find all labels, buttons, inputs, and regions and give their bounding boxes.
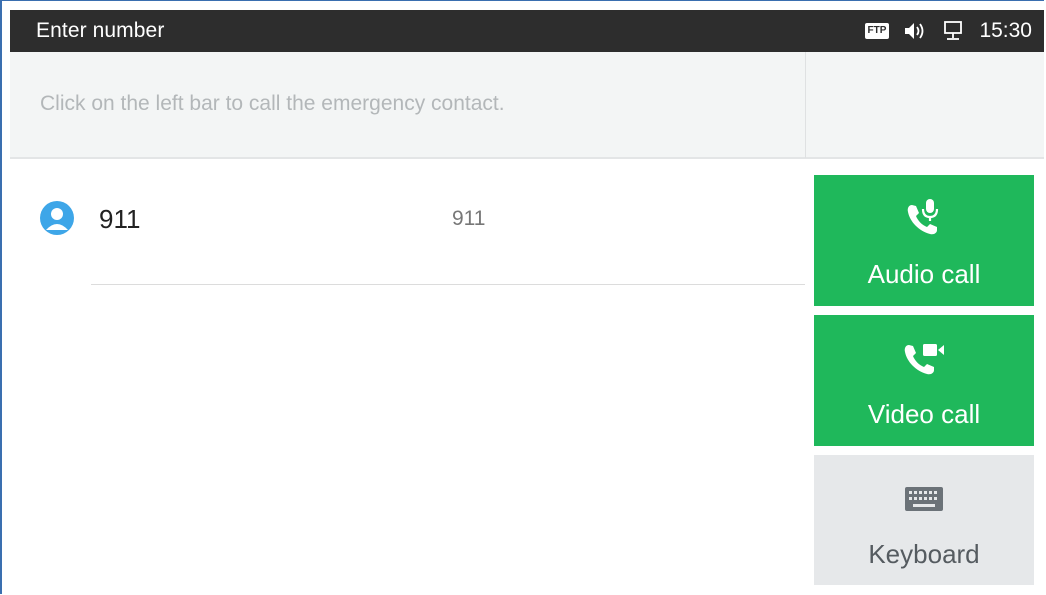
input-divider: [805, 52, 806, 158]
contact-name: 911: [99, 204, 141, 234]
list-divider: [91, 284, 805, 285]
network-icon: [943, 20, 965, 42]
video-call-icon: [899, 335, 949, 383]
input-hint: Click on the left bar to call the emerge…: [40, 92, 505, 115]
contact-number: 911: [452, 207, 486, 230]
volume-icon: [903, 21, 929, 41]
status-bar: Enter number FTP 15:30: [10, 10, 1044, 52]
dialer-screen: Enter number FTP 15:30 Click on the left…: [0, 0, 1044, 594]
keyboard-label: Keyboard: [868, 539, 980, 569]
video-call-label: Video call: [867, 399, 981, 429]
audio-call-label: Audio call: [867, 259, 981, 289]
screen-title: Enter number: [36, 19, 165, 42]
status-clock: 15:30: [979, 19, 1032, 42]
keyboard-icon: [904, 475, 944, 523]
audio-call-button[interactable]: Audio call: [814, 175, 1034, 306]
video-call-button[interactable]: Video call: [814, 315, 1034, 446]
contact-row[interactable]: 911 911: [10, 186, 805, 286]
keyboard-button[interactable]: Keyboard: [814, 455, 1034, 585]
audio-call-icon: [900, 195, 948, 243]
ftp-badge: FTP: [864, 23, 890, 39]
status-indicators: FTP 15:30: [864, 19, 1044, 43]
person-icon: [40, 201, 74, 235]
number-input-area[interactable]: Click on the left bar to call the emerge…: [10, 52, 1044, 159]
